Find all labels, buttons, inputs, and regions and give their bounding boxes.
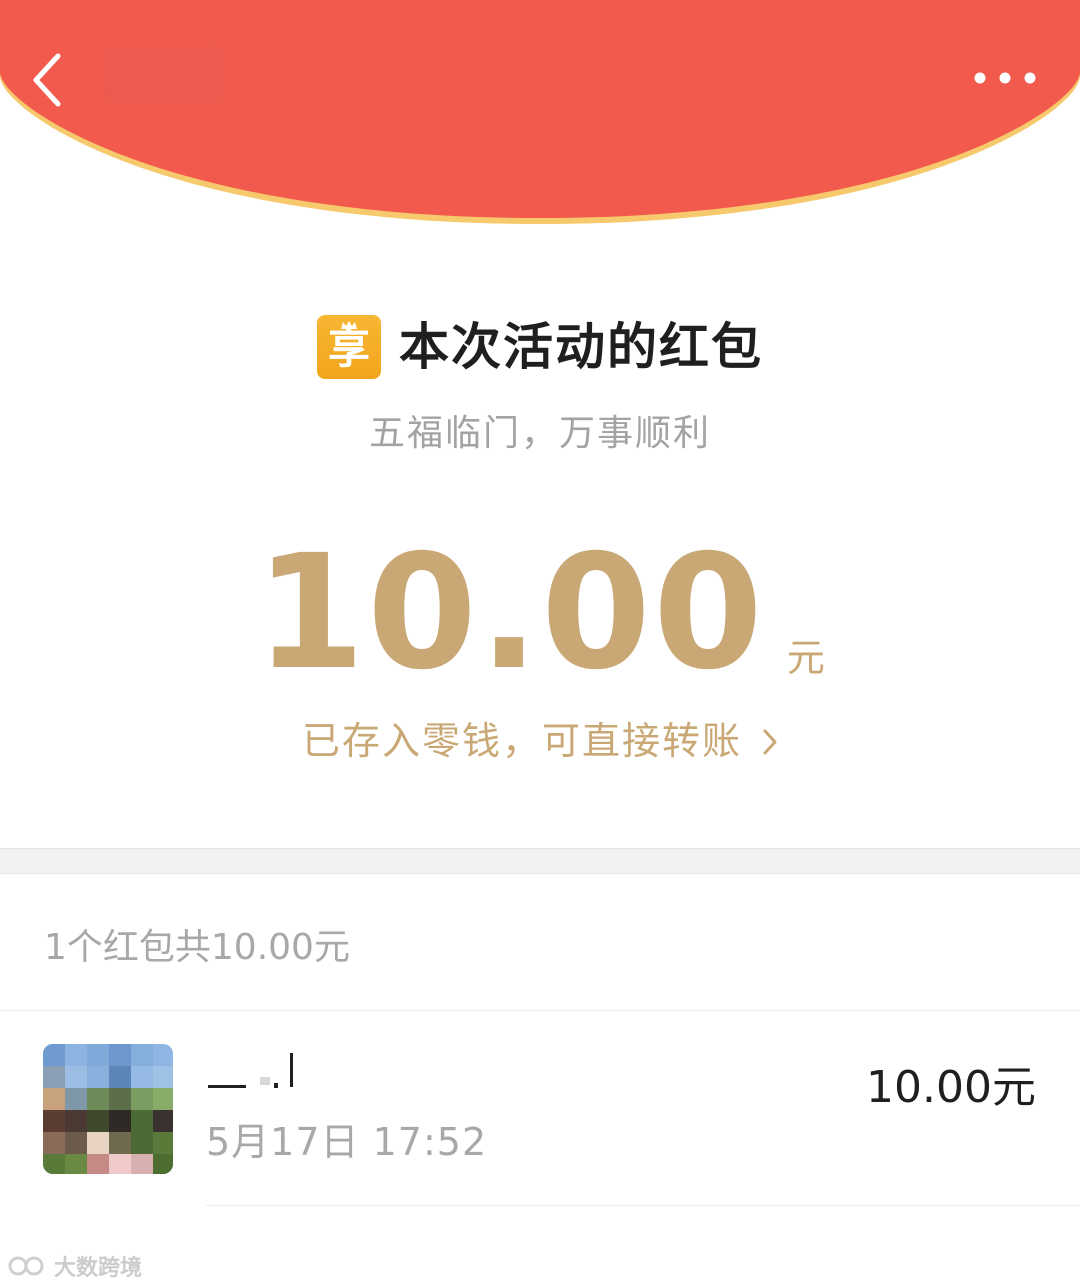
sender-row: 享 本次活动的红包 [0, 312, 1080, 382]
avatar[interactable] [43, 1044, 173, 1174]
redacted-name [208, 1053, 293, 1088]
amount-value: 10.00 [255, 521, 765, 705]
watermark: 大数跨境 [8, 1250, 142, 1282]
amount-row: 10.00 元 [0, 521, 1080, 705]
record-amount: 10.00元 [866, 1062, 1036, 1113]
blessing-text: 五福临门，万事顺利 [368, 413, 711, 454]
crown-icon [341, 321, 357, 329]
record-time: 5月17日 17:52 [206, 1120, 488, 1164]
amount-unit: 元 [786, 636, 825, 680]
packet-summary: 1个红包共10.00元 [44, 927, 350, 968]
record-row[interactable]: 5月17日 17:52 10.00元 [0, 1011, 1080, 1207]
red-packet-detail-page: 享 本次活动的红包 五福临门，万事顺利 10.00 元 已存入零钱，可直接转账 … [0, 0, 1080, 1288]
more-button[interactable] [970, 56, 1040, 100]
back-button[interactable] [24, 40, 84, 120]
sender-title: 本次活动的红包 [399, 318, 763, 376]
blurred-header-text [100, 40, 230, 110]
watermark-logo-icon [8, 1256, 44, 1276]
wallet-link-label: 已存入零钱，可直接转账 [301, 719, 742, 763]
header-background [0, 0, 1080, 224]
avatar-image [43, 1044, 173, 1174]
more-dots-icon [974, 72, 1036, 84]
sender-logo-glyph: 享 [327, 324, 370, 373]
record-divider [206, 1205, 1080, 1206]
section-divider [0, 848, 1080, 874]
chevron-left-icon [33, 53, 61, 107]
chevron-right-icon [763, 729, 777, 755]
watermark-text: 大数跨境 [54, 1256, 143, 1281]
sender-logo: 享 [317, 315, 381, 379]
wallet-link[interactable]: 已存入零钱，可直接转账 [0, 710, 1080, 765]
